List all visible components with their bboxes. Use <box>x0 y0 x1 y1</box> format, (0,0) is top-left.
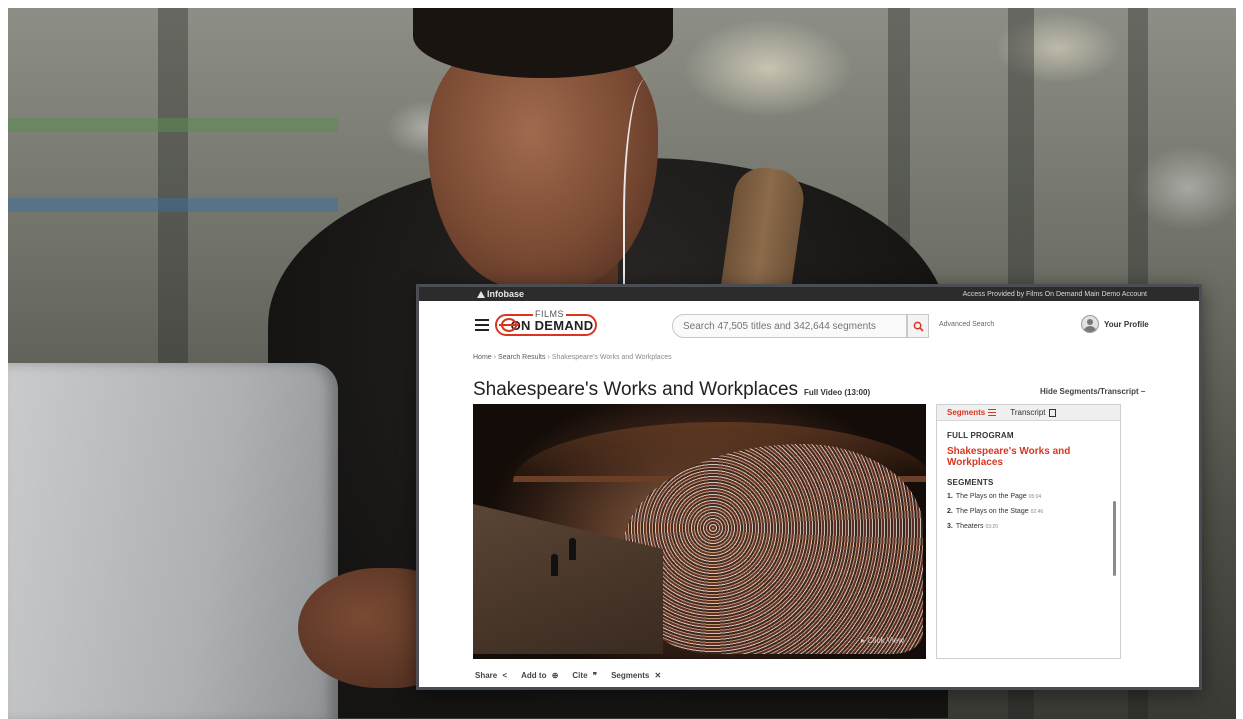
laptop <box>8 363 338 719</box>
full-program-heading: FULL PROGRAM <box>947 431 1014 440</box>
cite-label: Cite <box>572 671 588 680</box>
segments-heading: SEGMENTS <box>947 478 994 487</box>
menu-icon[interactable] <box>475 319 489 331</box>
background-shelf <box>8 118 338 132</box>
segment-title: The Plays on the Stage <box>955 508 1029 515</box>
page-title: Shakespeare's Works and Workplaces <box>473 379 799 400</box>
breadcrumb-separator: › <box>493 354 497 361</box>
breadcrumb-home[interactable]: Home <box>473 354 492 361</box>
plus-circle-icon: ⊕ <box>551 671 559 680</box>
panel-body: FULL PROGRAM Shakespeare's Works and Wor… <box>937 421 1120 576</box>
list-item[interactable]: 2. The Plays on the Stage 02:46 <box>947 508 1112 515</box>
logo-ring-icon <box>499 318 519 332</box>
breadcrumb-current: Shakespeare's Works and Workplaces <box>551 354 672 361</box>
infobase-topbar: Infobase Access Provided by Films On Dem… <box>419 287 1199 301</box>
title-row: Shakespeare's Works and Workplaces Full … <box>473 379 870 401</box>
list-icon <box>988 409 997 416</box>
logo-films-text: FILMS <box>533 309 567 319</box>
segment-number: 1. <box>947 493 953 500</box>
segment-number: 3. <box>947 523 953 530</box>
click-view-label[interactable]: ▸ Click View <box>861 636 904 645</box>
advanced-search-link[interactable]: Advanced Search <box>939 321 994 328</box>
profile-label: Your Profile <box>1104 319 1149 329</box>
tab-transcript-label: Transcript <box>1010 408 1046 417</box>
segment-time: 05:04 <box>1028 494 1042 500</box>
segments-label: Segments <box>611 671 650 680</box>
profile-button[interactable]: Your Profile <box>1081 315 1149 333</box>
quote-icon: ❞ <box>592 671 598 680</box>
tab-transcript[interactable]: Transcript <box>1010 408 1056 417</box>
segment-title: Theaters <box>955 523 984 530</box>
access-provided-text: Access Provided by Films On Demand Main … <box>962 290 1147 298</box>
cite-button[interactable]: Cite ❞ <box>572 671 597 680</box>
tab-segments[interactable]: Segments <box>947 408 997 417</box>
search-input[interactable] <box>672 314 907 338</box>
breadcrumb-search-results[interactable]: Search Results <box>498 354 545 361</box>
document-icon <box>1048 408 1056 417</box>
full-program-title[interactable]: Shakespeare's Works and Workplaces <box>947 446 1112 468</box>
site-header: FILMS ON DEMAND Advanced Search Your Pro… <box>419 301 1199 349</box>
scissors-icon: ✕ <box>654 671 662 680</box>
background-shelf <box>8 198 338 212</box>
search-icon <box>913 321 924 332</box>
infobase-logo[interactable]: Infobase <box>477 289 524 299</box>
segment-time: 02:46 <box>1030 509 1044 515</box>
share-button[interactable]: Share < <box>475 671 507 680</box>
segments-button[interactable]: Segments ✕ <box>611 671 661 680</box>
films-on-demand-logo[interactable]: FILMS ON DEMAND <box>495 309 597 336</box>
panel-scrollbar[interactable] <box>1113 501 1116 576</box>
infobase-logo-text: Infobase <box>487 289 525 299</box>
segment-number: 2. <box>947 508 953 515</box>
panel-tabs: Segments Transcript <box>937 405 1120 421</box>
share-icon: < <box>502 671 508 680</box>
video-frame-actor <box>551 554 558 576</box>
hide-segments-transcript-toggle[interactable]: Hide Segments/Transcript – <box>1040 387 1145 396</box>
add-to-label: Add to <box>521 671 547 680</box>
avatar-icon <box>1081 315 1099 333</box>
logo-ondemand-text: ON DEMAND <box>510 317 594 333</box>
video-player[interactable]: ▸ Click View <box>473 404 926 659</box>
video-duration: Full Video (13:00) <box>804 388 871 397</box>
tab-segments-label: Segments <box>947 408 986 417</box>
share-label: Share <box>475 671 498 680</box>
segments-panel: Segments Transcript FULL PROGRAM Shakesp… <box>936 404 1121 659</box>
films-on-demand-window: Infobase Access Provided by Films On Dem… <box>416 284 1202 690</box>
action-bar: Share < Add to ⊕ Cite ❞ Segments ✕ <box>475 671 661 680</box>
segment-list: 1. The Plays on the Page 05:04 2. The Plays… <box>947 493 1112 530</box>
breadcrumb-separator: › <box>547 354 550 361</box>
infobase-logo-icon <box>477 290 485 298</box>
breadcrumb: Home › Search Results › Shakespeare's Wo… <box>473 354 672 361</box>
list-item[interactable]: 1. The Plays on the Page 05:04 <box>947 493 1112 500</box>
search-button[interactable] <box>907 314 929 338</box>
segment-title: The Plays on the Page <box>955 493 1027 500</box>
segment-time: 03:20 <box>985 524 998 530</box>
list-item[interactable]: 3. Theaters 03:20 <box>947 523 1112 530</box>
add-to-button[interactable]: Add to ⊕ <box>521 671 558 680</box>
video-frame-actor <box>569 538 576 560</box>
